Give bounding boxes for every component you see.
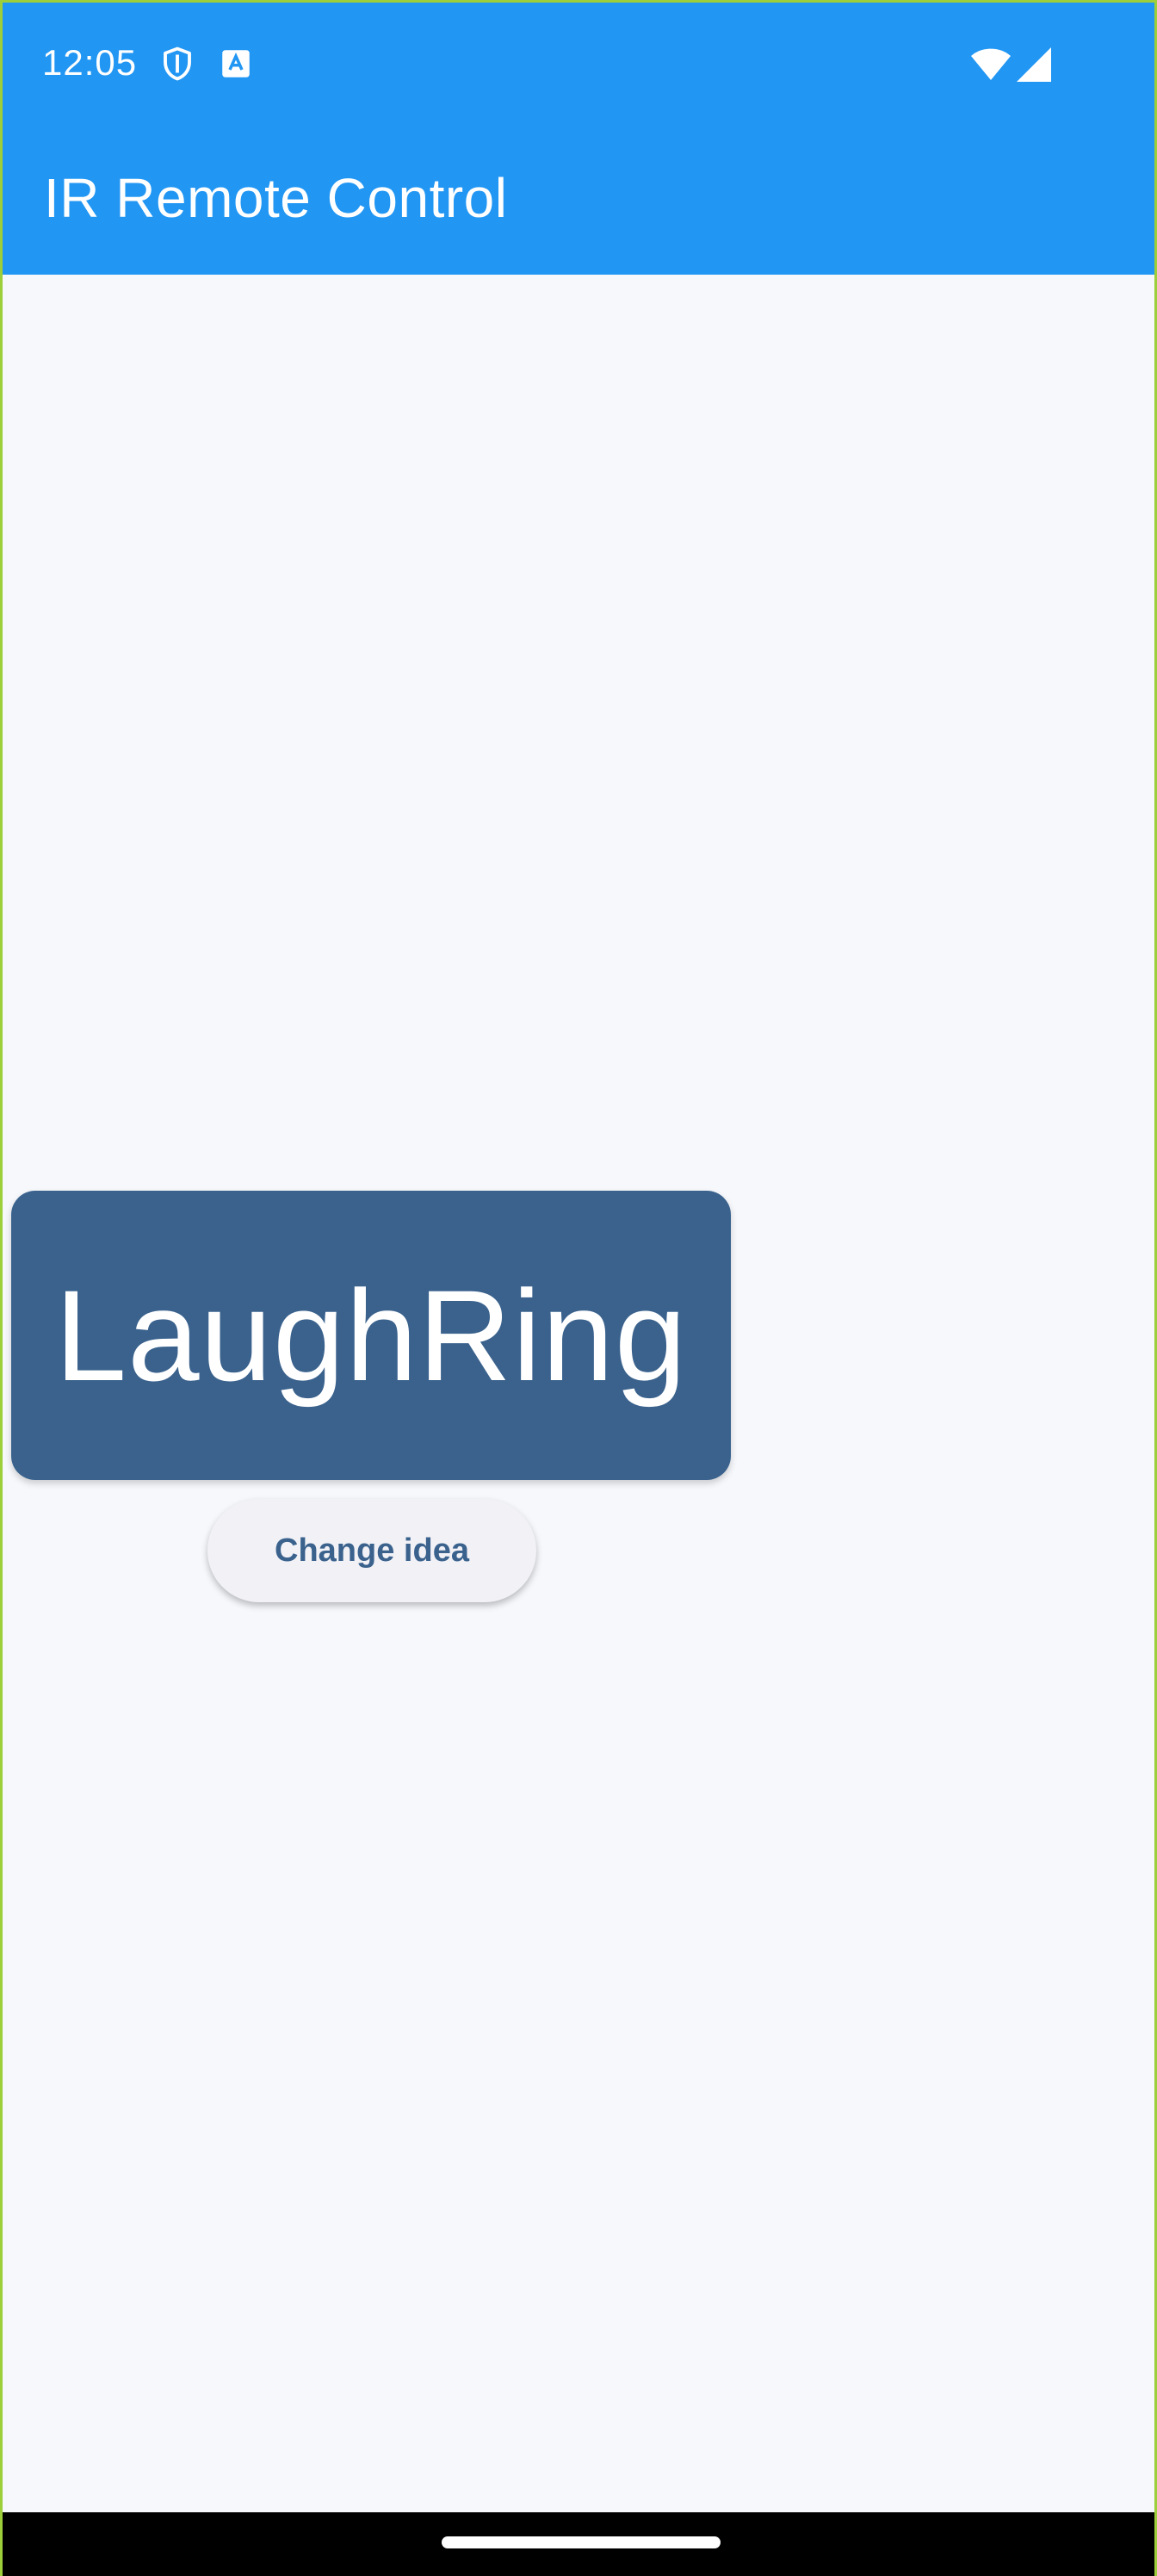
wifi-icon xyxy=(970,47,1012,82)
app-title: IR Remote Control xyxy=(44,167,508,229)
change-idea-button[interactable]: Change idea xyxy=(207,1499,536,1602)
navigation-bar xyxy=(3,2512,1154,2576)
status-bar: 12:05 xyxy=(3,3,1154,132)
app-header: 12:05 IR Remote Control xyxy=(3,3,1154,275)
status-time: 12:05 xyxy=(42,42,138,83)
shield-icon xyxy=(159,46,195,82)
app-screen: 12:05 IR Remote Control LaughRing Change… xyxy=(0,0,1157,2576)
idea-card: LaughRing xyxy=(11,1191,731,1480)
main-content: LaughRing Change idea xyxy=(3,275,1154,2515)
idea-text: LaughRing xyxy=(54,1263,688,1408)
signal-icon xyxy=(1017,47,1051,82)
home-gesture-handle[interactable] xyxy=(442,2536,721,2548)
text-a-icon xyxy=(218,46,254,82)
